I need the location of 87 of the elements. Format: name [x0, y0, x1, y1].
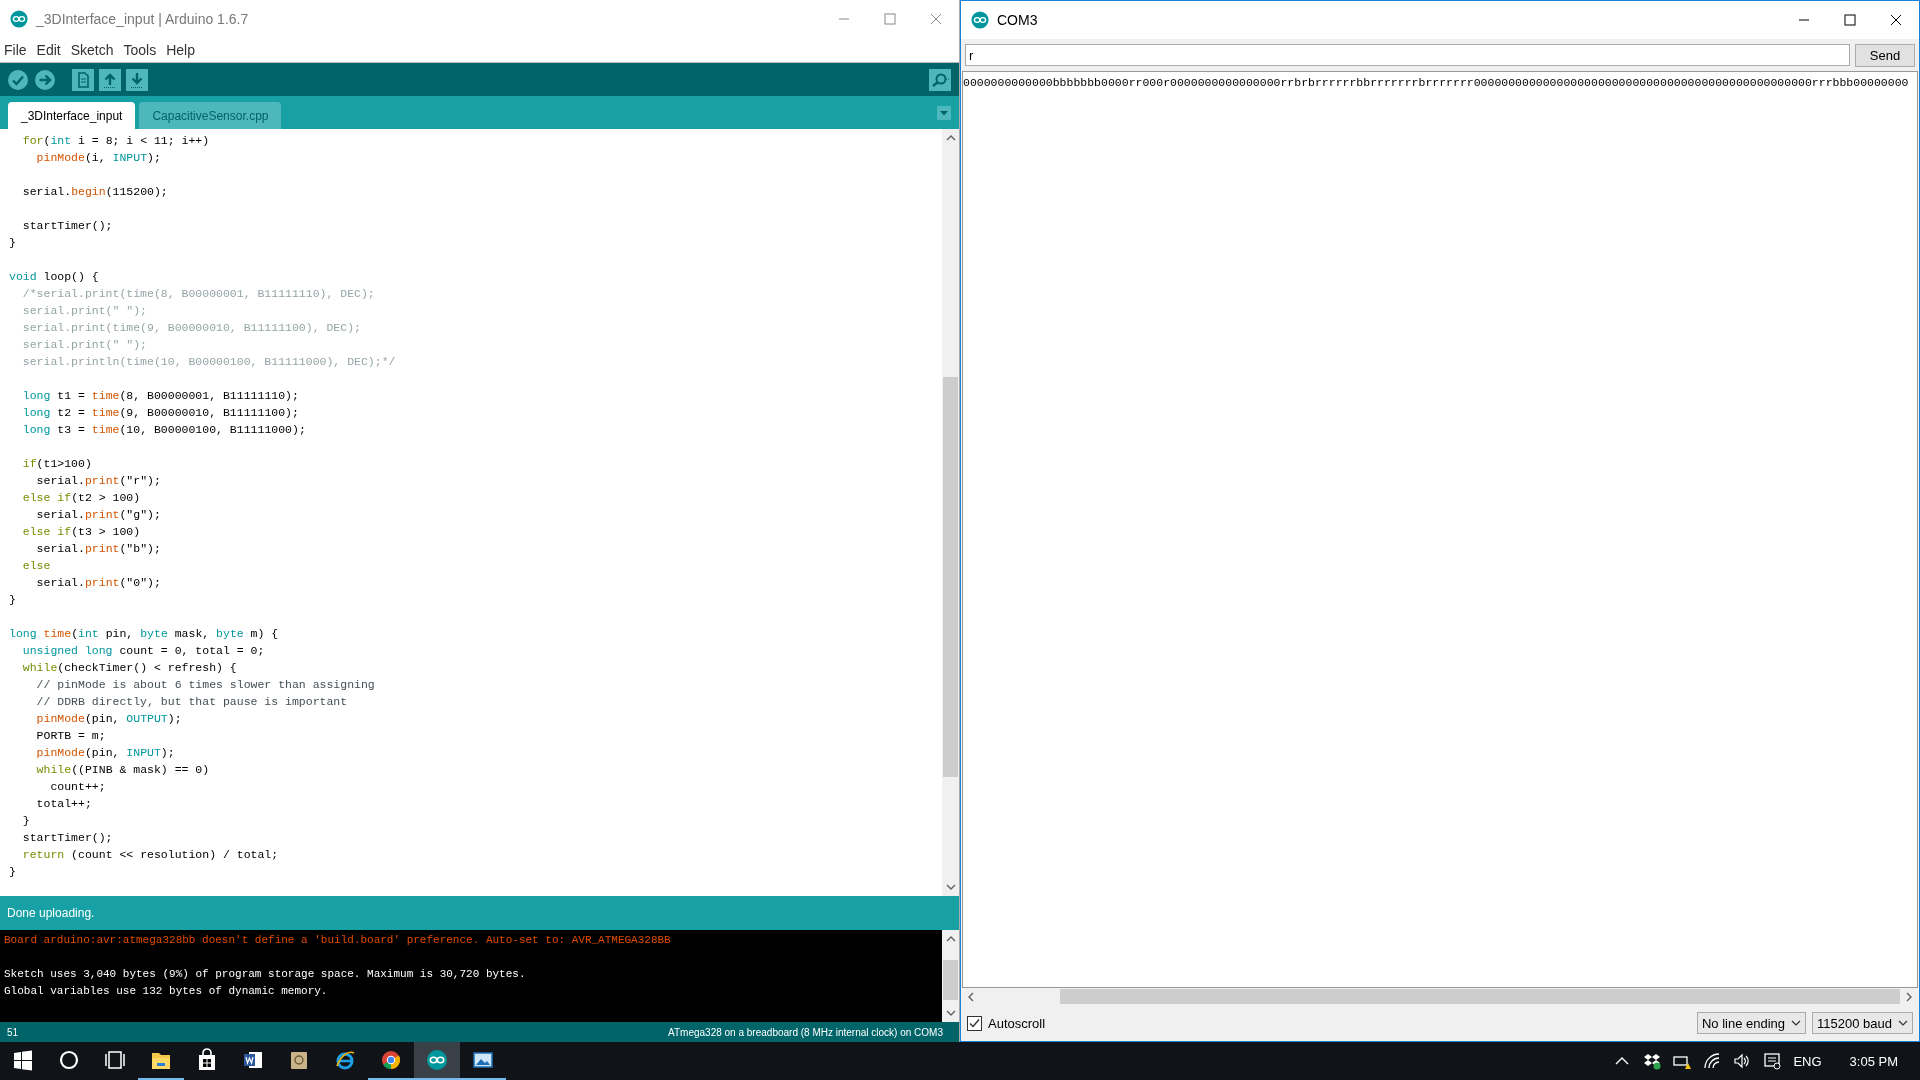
- picture-frame-icon[interactable]: [473, 1052, 493, 1068]
- window-title: _3DInterface_input | Arduino 1.6.7: [36, 11, 250, 27]
- code-line: serial.print(" ");: [21, 303, 149, 319]
- code-line: serial.print("b");: [35, 541, 162, 557]
- code-line: total++;: [35, 796, 93, 812]
- code-line: serial.println(time(10, B00000100, B11111000), DEC);*/: [21, 354, 397, 370]
- code-line: }: [9, 235, 17, 251]
- menu-item[interactable]: Tools: [119, 42, 161, 58]
- shopping-bag-icon[interactable]: [199, 1048, 215, 1070]
- menu-item[interactable]: Edit: [32, 42, 65, 58]
- code-line: serial.print("g");: [35, 507, 162, 523]
- checkbox-label: Autoscroll: [988, 1015, 1047, 1031]
- code-line: pinMode(pin, OUTPUT);: [35, 711, 183, 727]
- vertical-scrollbar[interactable]: [942, 930, 959, 1022]
- verify-check-icon[interactable]: [7, 68, 29, 91]
- browser-e-icon[interactable]: [336, 1051, 355, 1070]
- code-line: // DDRB directly, but that pause is important: [35, 694, 349, 710]
- code-line: unsigned long count = 0, total = 0;: [21, 643, 266, 659]
- code-line: serial.print("0");: [35, 575, 162, 591]
- baud-rate-dropdown[interactable]: 115200 baud: [1812, 1012, 1913, 1034]
- code-line: serial.print(time(9, B00000010, B11111100), DEC);: [21, 320, 362, 336]
- file-tab[interactable]: _3DInterface_input: [8, 102, 136, 129]
- dropbox-icon[interactable]: [1643, 1052, 1662, 1070]
- console-warning: Board arduino:avr:atmega328bb doesn't define a 'build.board' preference. Auto-set to: AVR_ATMEGA328BB: [4, 933, 672, 948]
- input-field[interactable]: r: [965, 44, 1850, 66]
- code-line: long t3 = time(10, B00000100, B11111000);: [21, 422, 307, 438]
- code-line: }: [9, 864, 17, 880]
- chevron-down-icon: [1898, 1018, 1908, 1028]
- chevron-down-icon: [1791, 1018, 1802, 1028]
- console-line: Sketch uses 3,040 bytes (9%) of program storage space. Maximum is 30,720 bytes.: [4, 967, 527, 982]
- code-line: pinMode(i, INPUT);: [35, 150, 162, 166]
- code-line: serial.print("r");: [35, 473, 162, 489]
- windows-logo-icon[interactable]: [14, 1050, 32, 1071]
- code-line: void loop() {: [9, 269, 100, 285]
- board-info: ATmega328 on a breadboard (8 MHz internal clock) on COM3: [668, 1026, 943, 1038]
- line-number: 51: [7, 1026, 19, 1038]
- status-message: Done uploading.: [7, 906, 95, 920]
- code-line: long t1 = time(8, B00000001, B11111110);: [21, 388, 300, 404]
- code-line: startTimer();: [21, 830, 114, 846]
- code-line: serial.begin(115200);: [21, 184, 169, 200]
- magnifier-icon[interactable]: [929, 68, 951, 91]
- code-line: while(checkTimer() < refresh) {: [21, 660, 238, 676]
- arduino-logo-icon: [971, 11, 989, 29]
- code-line: serial.print(" ");: [21, 337, 149, 353]
- search-icon[interactable]: [59, 1050, 79, 1070]
- chrome-browser-icon[interactable]: [382, 1051, 400, 1069]
- code-line: startTimer();: [21, 218, 114, 234]
- document-letter-icon[interactable]: [244, 1052, 262, 1068]
- code-line: while((PINB & mask) == 0): [35, 762, 211, 778]
- code-line: return (count << resolution) / total;: [21, 847, 280, 863]
- code-line: for(int i = 8; i < 11; i++): [21, 133, 211, 149]
- code-line: }: [9, 592, 17, 608]
- code-line: else if(t2 > 100): [21, 490, 142, 506]
- task-view-icon[interactable]: [105, 1051, 125, 1069]
- menu-item[interactable]: Sketch: [66, 42, 118, 58]
- clock[interactable]: 3:05 PM: [1849, 1053, 1898, 1069]
- checkbox[interactable]: [967, 1015, 982, 1031]
- vertical-scrollbar[interactable]: [942, 129, 959, 896]
- code-line: }: [21, 813, 31, 829]
- menu-item[interactable]: File: [0, 42, 31, 58]
- speaker-icon[interactable]: [1733, 1052, 1752, 1070]
- console-line: Global variables use 132 bytes of dynamic memory.: [4, 984, 329, 999]
- new-document-icon[interactable]: [72, 68, 94, 91]
- arduino-logo-icon: [10, 10, 28, 28]
- arrow-down-icon[interactable]: [126, 68, 148, 91]
- send-button[interactable]: Send: [1855, 43, 1915, 67]
- code-line: else if(t3 > 100): [21, 524, 142, 540]
- code-line: else: [21, 558, 52, 574]
- window-title: COM3: [997, 12, 1039, 28]
- notification-icon[interactable]: [1763, 1052, 1782, 1070]
- code-line: count++;: [49, 779, 107, 795]
- line-ending-dropdown[interactable]: No line ending: [1696, 1012, 1807, 1034]
- serial-output: 0000000000000bbbbbbb0000rr000r0000000000000000rrbrbrrrrrrbbrrrrrrrbrrrrrrr0000000000000000000000000000000000000000000000000rrrbbb00000000: [963, 75, 1909, 89]
- code-line: long t2 = time(9, B00000010, B11111100);: [21, 405, 300, 421]
- code-line: PORTB = m;: [35, 728, 107, 744]
- wifi-icon[interactable]: [1703, 1052, 1722, 1070]
- code-line: if(t1>100): [21, 456, 93, 472]
- code-line: // pinMode is about 6 times slower than assigning: [35, 677, 376, 693]
- code-line: /*serial.print(time(8, B00000001, B11111110), DEC);: [21, 286, 376, 302]
- language-indicator[interactable]: ENG: [1793, 1053, 1822, 1069]
- arrow-up-icon[interactable]: [99, 68, 121, 91]
- taskbar-button[interactable]: [414, 1042, 460, 1080]
- folder-icon[interactable]: [152, 1053, 170, 1069]
- menu-item[interactable]: Help: [162, 42, 199, 58]
- code-line: pinMode(pin, INPUT);: [35, 745, 176, 761]
- code-line: long time(int pin, byte mask, byte m) {: [9, 626, 280, 642]
- arduino-logo-icon[interactable]: [427, 1050, 447, 1070]
